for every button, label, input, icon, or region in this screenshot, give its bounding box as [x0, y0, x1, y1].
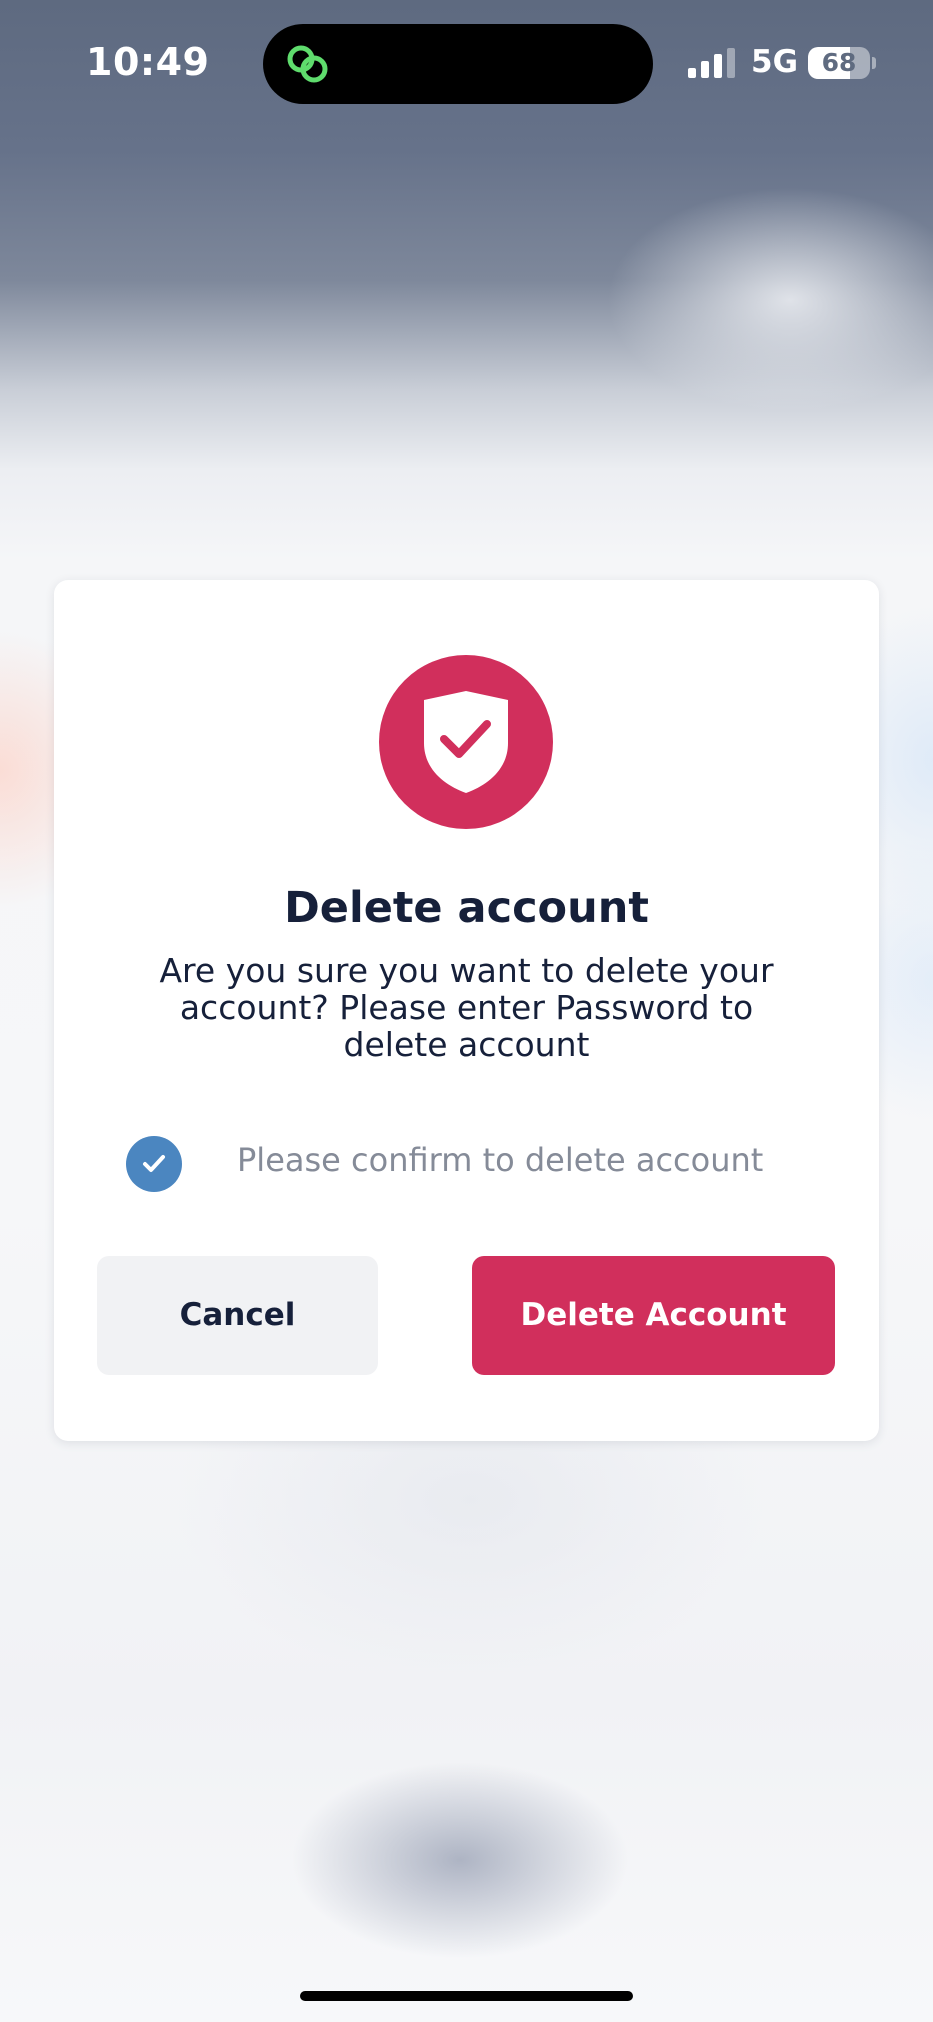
delete-account-dialog: Delete account Are you sure you want to …: [54, 580, 879, 1441]
status-bar: 10:49 5G 68: [0, 0, 933, 130]
battery-icon: 68: [808, 47, 876, 79]
cancel-button[interactable]: Cancel: [97, 1256, 378, 1375]
dynamic-island: [263, 24, 653, 104]
status-time: 10:49: [86, 40, 210, 84]
battery-level: 68: [821, 48, 857, 77]
dialog-title: Delete account: [284, 883, 649, 933]
home-indicator[interactable]: [300, 1991, 633, 2001]
dialog-message: Are you sure you want to delete your acc…: [159, 951, 774, 1064]
network-type: 5G: [751, 44, 799, 80]
checkmark-icon: [143, 1155, 165, 1172]
shield-check-icon: [379, 655, 553, 829]
link-chain-icon: [287, 45, 328, 83]
confirm-label[interactable]: Please confirm to delete account: [237, 1141, 763, 1179]
cellular-signal-icon: [688, 48, 735, 78]
delete-account-button[interactable]: Delete Account: [472, 1256, 835, 1375]
confirm-checkbox[interactable]: [126, 1136, 182, 1192]
